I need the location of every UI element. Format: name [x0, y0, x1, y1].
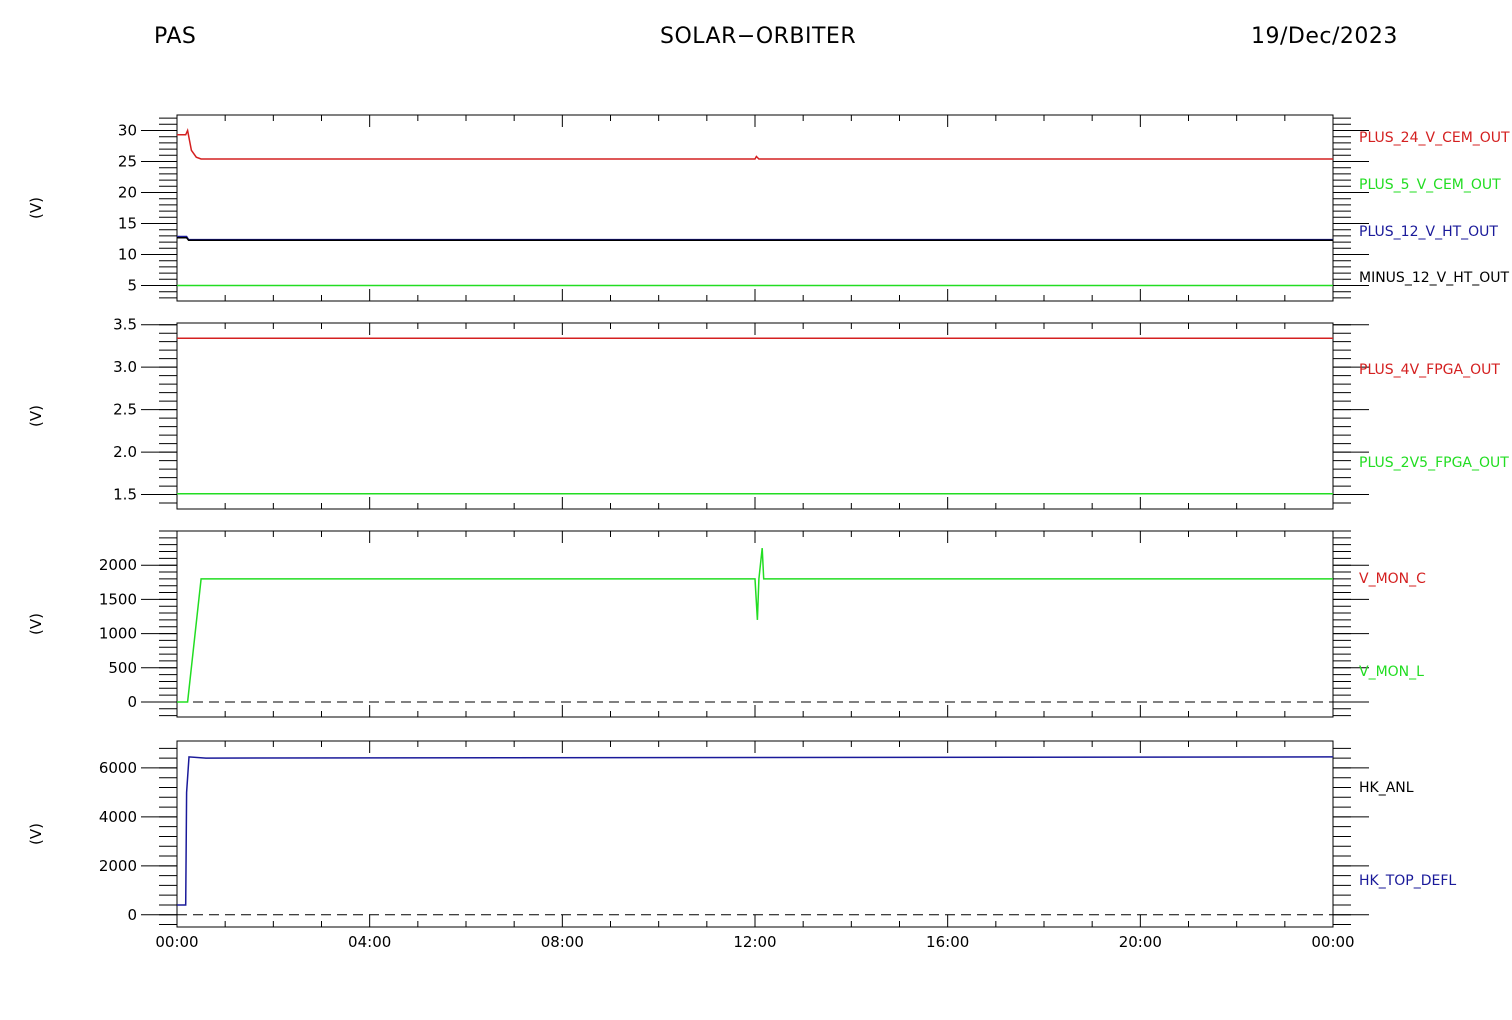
x-tick-label: 08:00	[541, 933, 584, 951]
y-tick-label: 500	[108, 659, 137, 677]
legend-label: MINUS_12_V_HT_OUT	[1359, 270, 1510, 286]
plot-frame	[176, 740, 1334, 928]
legend-label: V_MON_L	[1359, 664, 1424, 680]
y-tick-label: 2000	[99, 556, 137, 574]
y-tick-label: 3.5	[113, 316, 137, 334]
y-tick-label: 1.5	[113, 486, 137, 504]
legend-label: V_MON_C	[1359, 571, 1426, 587]
y-axis-label: (V)	[27, 197, 45, 219]
y-tick-label: 1500	[99, 590, 137, 608]
series-line-hk-top-defl	[177, 756, 1334, 906]
x-tick-label: 12:00	[733, 933, 776, 951]
legend-label: PLUS_4V_FPGA_OUT	[1359, 362, 1500, 378]
plot-frame	[176, 322, 1334, 510]
x-tick-label: 04:00	[348, 933, 391, 951]
y-tick-label: 6000	[99, 759, 137, 777]
y-tick-label: 0	[127, 693, 137, 711]
y-tick-label: 20	[118, 184, 137, 202]
y-tick-label: 2.5	[113, 401, 137, 419]
legend-label: HK_ANL	[1359, 780, 1414, 796]
legend-label: PLUS_12_V_HT_OUT	[1359, 224, 1498, 240]
legend-label: PLUS_24_V_CEM_OUT	[1359, 130, 1510, 146]
series-line-v-mon-l	[177, 548, 1333, 703]
y-tick-label: 4000	[99, 808, 137, 826]
y-tick-label: 0	[127, 906, 137, 924]
y-axis-label: (V)	[27, 613, 45, 635]
x-tick-label: 00:00	[1311, 933, 1354, 951]
panel-3: 0 500 1000 1500 2000 (V) V_MON_C V_MON_L	[27, 530, 1426, 718]
panel-1: 5 10 15 20 25 30 (V) PLUS_24_V_CEM_OUT PLUS_5_V_…	[27, 114, 1510, 302]
series-line-plus-24-v-cem-out	[177, 128, 1333, 160]
panel-2: 1.5 2.0 2.5 3.0 3.5 (V) PLUS_4V_FPGA_OUT PLUS_2…	[27, 316, 1509, 510]
y-axis-label: (V)	[27, 823, 45, 845]
panel-4: 0 2000 4000 6000 (V) HK_ANL HK_TOP_DEFL 00:00 04…	[27, 740, 1456, 951]
series-line-plus-12-v-ht-out	[177, 235, 1333, 241]
y-tick-label: 3.0	[113, 358, 137, 376]
y-tick-label: 10	[118, 246, 137, 264]
y-tick-label: 15	[118, 215, 137, 233]
y-tick-label: 5	[127, 277, 137, 295]
plot-frame	[176, 530, 1334, 718]
y-tick-label: 2000	[99, 857, 137, 875]
y-tick-label: 1000	[99, 625, 137, 643]
plot-frame	[176, 114, 1334, 302]
y-tick-label: 30	[118, 122, 137, 140]
x-tick-label: 20:00	[1119, 933, 1162, 951]
y-tick-label: 2.0	[113, 443, 137, 461]
legend-label: HK_TOP_DEFL	[1359, 873, 1456, 889]
y-axis-label: (V)	[27, 405, 45, 427]
housekeeping-chart: 5 10 15 20 25 30 (V) PLUS_24_V_CEM_OUT PLUS_5_V_…	[27, 114, 1510, 951]
legend-label: PLUS_2V5_FPGA_OUT	[1359, 455, 1509, 471]
x-tick-label: 16:00	[926, 933, 969, 951]
legend-label: PLUS_5_V_CEM_OUT	[1359, 177, 1501, 193]
x-tick-label: 00:00	[155, 933, 198, 951]
y-tick-label: 25	[118, 153, 137, 171]
